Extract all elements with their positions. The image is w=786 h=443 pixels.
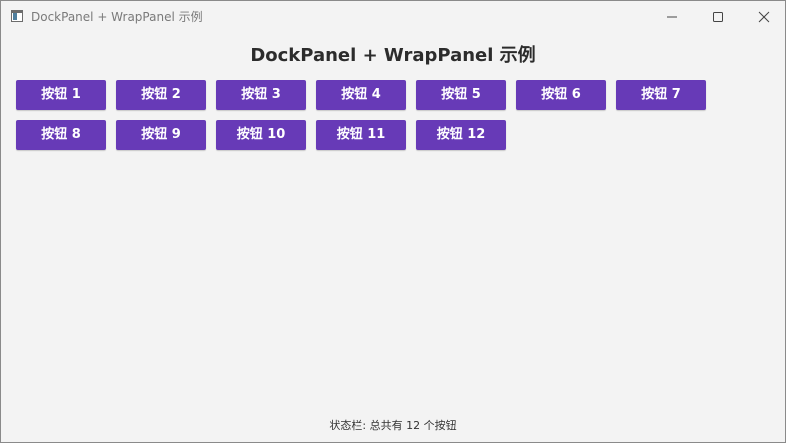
button-6[interactable]: 按钮 6 <box>516 80 606 110</box>
button-12[interactable]: 按钮 12 <box>416 120 506 150</box>
status-bar: 状态栏: 总共有 12 个按钮 <box>329 419 457 432</box>
button-2[interactable]: 按钮 2 <box>116 80 206 110</box>
page-title: DockPanel + WrapPanel 示例 <box>250 45 536 66</box>
app-window-icon <box>11 10 23 22</box>
app-window: DockPanel + WrapPanel 示例 DockPanel + Wra… <box>0 0 786 443</box>
maximize-button[interactable] <box>695 1 741 32</box>
button-10[interactable]: 按钮 10 <box>216 120 306 150</box>
title-bar[interactable]: DockPanel + WrapPanel 示例 <box>1 1 785 32</box>
button-4[interactable]: 按钮 4 <box>316 80 406 110</box>
close-button[interactable] <box>741 1 786 32</box>
window-title: DockPanel + WrapPanel 示例 <box>31 10 203 24</box>
button-5[interactable]: 按钮 5 <box>416 80 506 110</box>
button-9[interactable]: 按钮 9 <box>116 120 206 150</box>
maximize-icon <box>713 12 723 22</box>
minimize-button[interactable] <box>649 1 695 32</box>
button-7[interactable]: 按钮 7 <box>616 80 706 110</box>
button-11[interactable]: 按钮 11 <box>316 120 406 150</box>
button-8[interactable]: 按钮 8 <box>16 120 106 150</box>
button-1[interactable]: 按钮 1 <box>16 80 106 110</box>
button-3[interactable]: 按钮 3 <box>216 80 306 110</box>
minimize-icon <box>667 16 677 18</box>
close-icon <box>758 11 770 23</box>
